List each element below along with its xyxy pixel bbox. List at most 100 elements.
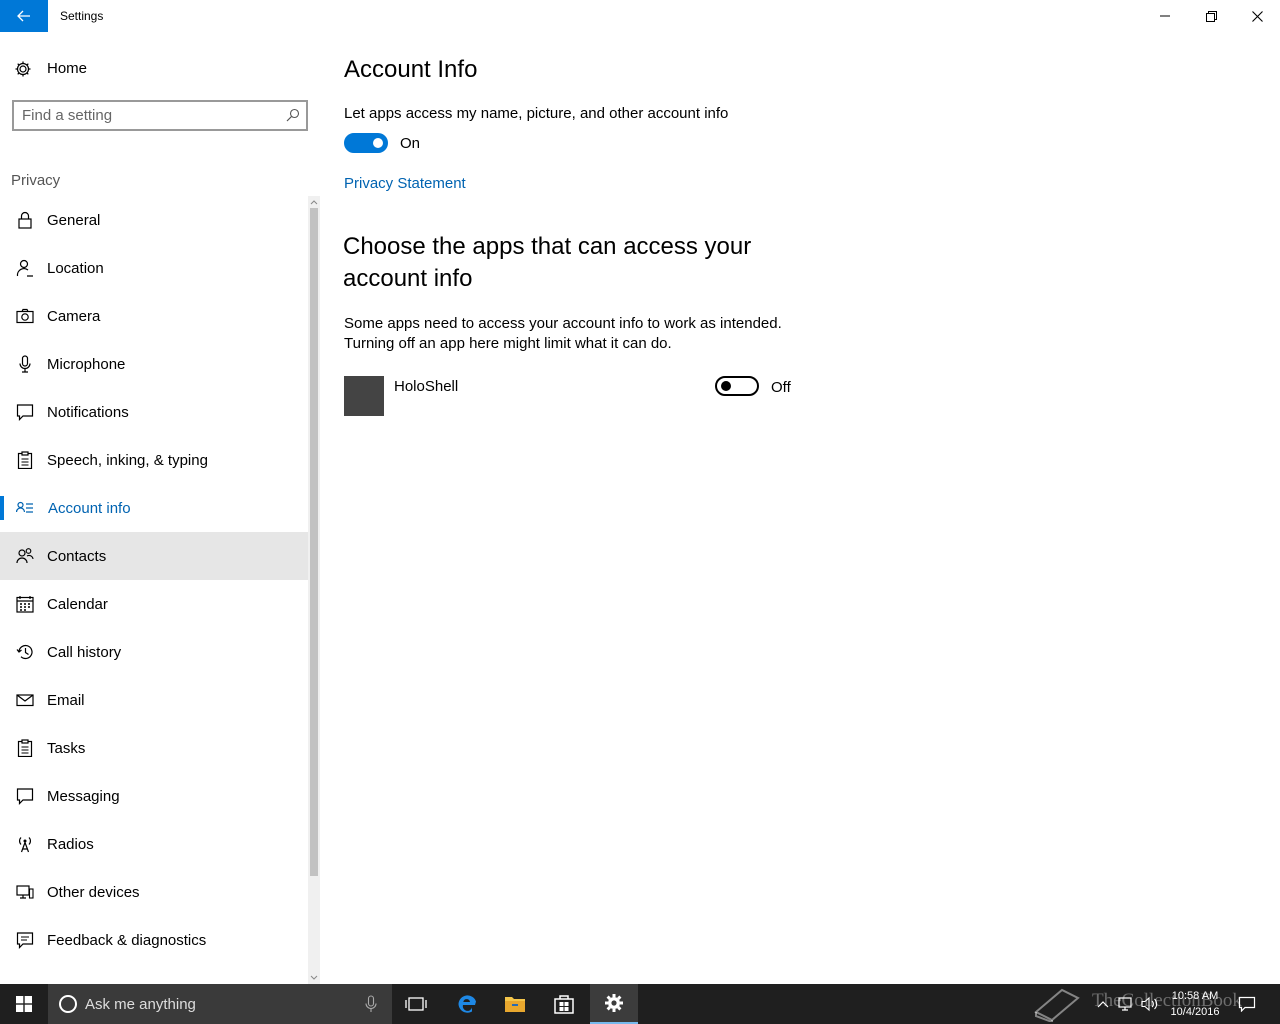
window-title: Settings xyxy=(60,9,104,23)
action-center-button[interactable] xyxy=(1234,984,1260,1024)
apps-description-line-1: Some apps need to access your account in… xyxy=(344,315,782,332)
cortana-search-text: Ask me anything xyxy=(85,996,196,1013)
radio-tower-icon xyxy=(19,837,31,853)
file-explorer-taskbar-button[interactable] xyxy=(491,984,539,1024)
apps-description-line-2: Turning off an app here might limit what… xyxy=(344,335,672,352)
selection-indicator xyxy=(0,496,4,520)
show-hidden-icons-button[interactable] xyxy=(1092,984,1114,1024)
book-logo-icon xyxy=(1034,988,1080,1022)
sidebar-item-email[interactable]: Email xyxy=(0,676,308,724)
restore-button[interactable] xyxy=(1188,0,1234,32)
sidebar-item-label: Microphone xyxy=(47,356,126,373)
sidebar: Home Privacy General Location Camera Mic… xyxy=(0,32,320,984)
speaker-icon xyxy=(1141,996,1158,1012)
privacy-statement-link[interactable]: Privacy Statement xyxy=(344,175,466,192)
sidebar-item-label: General xyxy=(47,212,101,229)
sidebar-item-speech[interactable]: Speech, inking, & typing xyxy=(0,436,308,484)
sidebar-item-microphone[interactable]: Microphone xyxy=(0,340,308,388)
app-name: HoloShell xyxy=(394,378,459,395)
history-icon xyxy=(16,644,33,660)
app-row-holoshell: HoloShell Off xyxy=(344,376,804,416)
minimize-button[interactable] xyxy=(1142,0,1188,32)
microphone-icon[interactable] xyxy=(364,995,378,1013)
edge-taskbar-button[interactable] xyxy=(443,984,491,1024)
sidebar-item-feedback[interactable]: Feedback & diagnostics xyxy=(0,916,308,964)
chevron-down-icon[interactable] xyxy=(308,972,320,984)
network-tray-button[interactable] xyxy=(1114,984,1138,1024)
cortana-icon xyxy=(59,995,77,1013)
folder-icon xyxy=(505,997,525,1012)
clipboard-icon xyxy=(17,451,33,469)
lock-icon xyxy=(18,211,32,229)
store-bag-icon xyxy=(554,995,574,1014)
microphone-icon xyxy=(19,355,31,373)
email-icon xyxy=(16,694,34,707)
clock-time: 10:58 AM xyxy=(1171,990,1219,1002)
sidebar-item-account-info[interactable]: Account info xyxy=(0,484,308,532)
close-icon xyxy=(1251,10,1263,22)
contacts-icon xyxy=(16,548,34,564)
sidebar-item-label: Call history xyxy=(47,644,122,661)
sidebar-item-contacts[interactable]: Contacts xyxy=(0,532,308,580)
task-view-button[interactable] xyxy=(392,984,440,1024)
chevron-up-icon xyxy=(1097,1001,1109,1008)
task-view-icon xyxy=(405,997,427,1011)
account-access-toggle[interactable] xyxy=(344,133,388,153)
sidebar-item-label: Feedback & diagnostics xyxy=(47,932,207,949)
taskbar-clock[interactable]: 10:58 AM 10/4/2016 xyxy=(1160,988,1230,1020)
devices-icon xyxy=(16,885,34,899)
search-icon[interactable] xyxy=(286,108,300,122)
settings-taskbar-button[interactable] xyxy=(590,984,638,1024)
store-taskbar-button[interactable] xyxy=(540,984,588,1024)
camera-icon xyxy=(16,308,34,324)
sidebar-item-label: Messaging xyxy=(47,788,120,805)
clock-date: 10/4/2016 xyxy=(1170,1006,1220,1018)
cortana-search-box[interactable]: Ask me anything xyxy=(48,984,392,1024)
sidebar-item-label: Email xyxy=(47,692,85,709)
account-access-description: Let apps access my name, picture, and ot… xyxy=(344,105,729,122)
sidebar-item-call-history[interactable]: Call history xyxy=(0,628,308,676)
minimize-icon xyxy=(1160,15,1170,17)
scrollbar-thumb[interactable] xyxy=(310,208,318,876)
sidebar-scrollbar[interactable] xyxy=(308,196,320,984)
title-bar: Settings xyxy=(0,0,1280,32)
sidebar-item-tasks[interactable]: Tasks xyxy=(0,724,308,772)
windows-logo-icon xyxy=(16,996,32,1012)
apps-section-title: Choose the apps that can access your acc… xyxy=(343,233,752,292)
home-nav-item[interactable]: Home xyxy=(0,52,308,84)
apps-section-description: Some apps need to access your account in… xyxy=(344,314,782,354)
volume-tray-button[interactable] xyxy=(1138,984,1162,1024)
sidebar-item-label: Notifications xyxy=(47,404,129,421)
home-label: Home xyxy=(47,60,88,77)
sidebar-item-messaging[interactable]: Messaging xyxy=(0,772,308,820)
account-card-icon xyxy=(16,501,33,513)
sidebar-item-notifications[interactable]: Notifications xyxy=(0,388,308,436)
arrow-left-icon xyxy=(17,10,30,22)
sidebar-item-location[interactable]: Location xyxy=(0,244,308,292)
privacy-nav-list: General Location Camera Microphone Notif… xyxy=(0,196,308,984)
close-button[interactable] xyxy=(1234,0,1280,32)
sidebar-item-general[interactable]: General xyxy=(0,196,308,244)
page-title: Account Info xyxy=(344,56,478,83)
sidebar-item-camera[interactable]: Camera xyxy=(0,292,308,340)
chevron-up-icon[interactable] xyxy=(308,196,320,208)
sidebar-item-radios[interactable]: Radios xyxy=(0,820,308,868)
holoshell-toggle-state: Off xyxy=(771,379,791,396)
holoshell-access-toggle[interactable] xyxy=(715,376,759,396)
gear-icon xyxy=(605,994,623,1012)
start-button[interactable] xyxy=(0,984,48,1024)
privacy-section-label: Privacy xyxy=(11,172,61,189)
sidebar-item-label: Contacts xyxy=(47,548,107,565)
sidebar-item-label: Speech, inking, & typing xyxy=(47,452,208,469)
restore-icon xyxy=(1205,10,1217,22)
feedback-icon xyxy=(16,932,34,949)
account-access-toggle-state: On xyxy=(400,135,421,152)
search-box[interactable] xyxy=(12,100,308,131)
sidebar-item-other-devices[interactable]: Other devices xyxy=(0,868,308,916)
sidebar-item-label: Radios xyxy=(47,836,94,853)
search-input[interactable] xyxy=(22,106,272,125)
back-button[interactable] xyxy=(0,0,48,32)
main-content: Account Info Let apps access my name, pi… xyxy=(320,32,1280,984)
sidebar-item-label: Camera xyxy=(47,308,101,325)
sidebar-item-calendar[interactable]: Calendar xyxy=(0,580,308,628)
